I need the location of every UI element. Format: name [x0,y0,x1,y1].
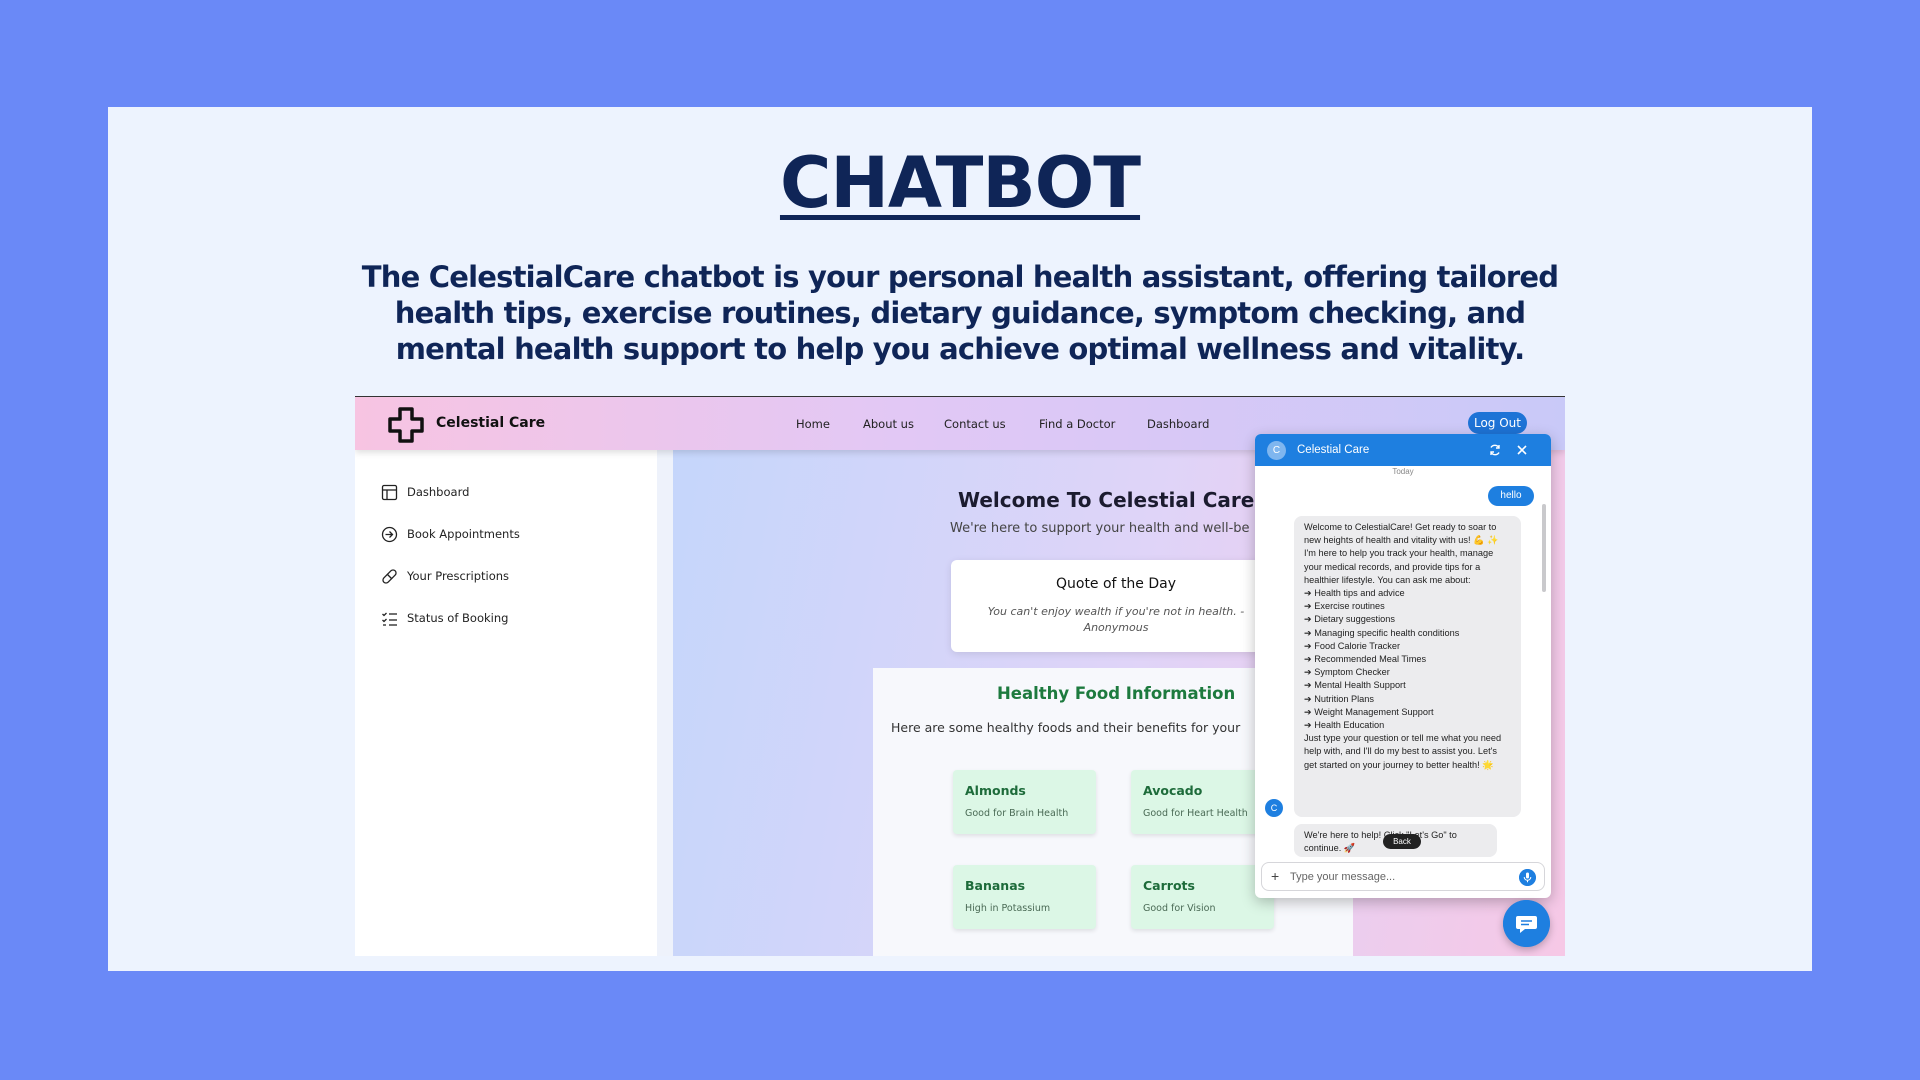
layout-icon [381,484,398,500]
bot-message-line: Just type your question or tell me what … [1304,733,1502,770]
user-message: hello [1488,486,1534,506]
sidebar-item-prescriptions[interactable]: Your Prescriptions [381,567,509,585]
bot-message-line: ➔ Exercise routines [1304,601,1385,612]
food-section-title: Healthy Food Information [997,684,1236,703]
food-name: Avocado [1143,783,1203,798]
nav-home[interactable]: Home [796,417,830,431]
food-benefit: Good for Heart Health [1143,808,1248,819]
brand-name[interactable]: Celestial Care [436,415,545,431]
sidebar-item-book-appointments[interactable]: Book Appointments [381,525,520,543]
welcome-subtitle: We're here to support your health and we… [950,521,1250,536]
content-gutter [657,450,673,956]
nav-contact-us[interactable]: Contact us [944,417,1006,431]
logout-button[interactable]: Log Out [1468,412,1527,434]
chat-input-row: + [1261,862,1545,891]
food-card-avocado[interactable]: Avocado Good for Heart Health [1131,770,1274,834]
chat-message-input[interactable] [1290,869,1505,885]
chat-launcher-button[interactable] [1503,900,1550,947]
plus-icon[interactable]: + [1271,868,1279,884]
sidebar-item-status-of-booking[interactable]: Status of Booking [381,609,508,627]
chatbot-window: C Celestial Care Today hello Welcome to … [1255,434,1551,898]
bot-message-line: ➔ Health tips and advice [1304,588,1405,599]
chat-date-label: Today [1392,467,1414,476]
bot-message-line: ➔ Mental Health Support [1304,680,1406,691]
food-name: Bananas [965,878,1026,893]
close-icon[interactable] [1515,443,1529,457]
bot-message-line: ➔ Food Calorie Tracker [1304,640,1401,651]
bot-message-line: ➔ Weight Management Support [1304,706,1434,717]
slide-description: The CelestialCare chatbot is your person… [361,260,1559,366]
bot-message-line: ➔ Health Education [1304,720,1385,731]
app-screenshot: Celestial Care Home About us Contact us … [355,396,1565,956]
slide-title: CHATBOT [779,142,1141,224]
nav-about-us[interactable]: About us [863,417,914,431]
bot-message-line: ➔ Dietary suggestions [1304,614,1395,625]
quote-card: Quote of the Day You can't enjoy wealth … [951,560,1281,652]
chat-scrollbar[interactable] [1542,504,1546,592]
welcome-title: Welcome To Celestial Care [958,488,1255,512]
sidebar-item-label: Book Appointments [407,527,520,541]
medical-cross-logo-icon[interactable] [384,406,428,444]
food-card-almonds[interactable]: Almonds Good for Brain Health [953,770,1096,834]
food-benefit: High in Potassium [965,903,1051,914]
food-card-bananas[interactable]: Bananas High in Potassium [953,865,1096,929]
back-tooltip[interactable]: Back [1383,834,1421,849]
bot-message-line: ➔ Recommended Meal Times [1304,654,1427,665]
food-card-carrots[interactable]: Carrots Good for Vision [1131,865,1274,929]
food-name: Almonds [965,783,1026,798]
arrow-circle-icon [381,526,398,542]
pill-icon [382,568,397,584]
sidebar-item-label: Dashboard [407,485,470,499]
refresh-icon[interactable] [1488,443,1502,457]
microphone-icon[interactable] [1519,869,1536,886]
sidebar-item-label: Your Prescriptions [407,569,510,583]
bot-message: Welcome to CelestialCare! Get ready to s… [1294,516,1521,817]
food-benefit: Good for Brain Health [965,808,1069,819]
nav-find-a-doctor[interactable]: Find a Doctor [1039,417,1115,431]
food-name: Carrots [1143,878,1195,893]
quote-text: You can't enjoy wealth if you're not in … [987,605,1245,634]
quote-title: Quote of the Day [1055,576,1177,592]
bot-message-line: I'm here to help you track your health, … [1304,548,1494,585]
sidebar: Dashboard Book Appointments Your Prescri… [355,450,657,956]
chat-header-avatar: C [1267,441,1286,460]
sidebar-item-dashboard[interactable]: Dashboard [381,483,469,501]
checklist-icon [382,612,397,626]
nav-dashboard[interactable]: Dashboard [1147,417,1209,431]
bot-message-line: ➔ Managing specific health conditions [1304,627,1460,638]
sidebar-item-label: Status of Booking [407,611,509,625]
bot-message-line: ➔ Nutrition Plans [1304,693,1374,704]
chat-title: Celestial Care [1297,444,1370,456]
food-benefit: Good for Vision [1143,903,1216,914]
bot-message-line: ➔ Symptom Checker [1304,667,1390,678]
bot-avatar: C [1265,799,1283,817]
food-section-subtitle: Here are some healthy foods and their be… [891,720,1241,735]
chat-header: C Celestial Care [1255,434,1551,466]
bot-message-line: Welcome to CelestialCare! Get ready to s… [1304,522,1499,546]
